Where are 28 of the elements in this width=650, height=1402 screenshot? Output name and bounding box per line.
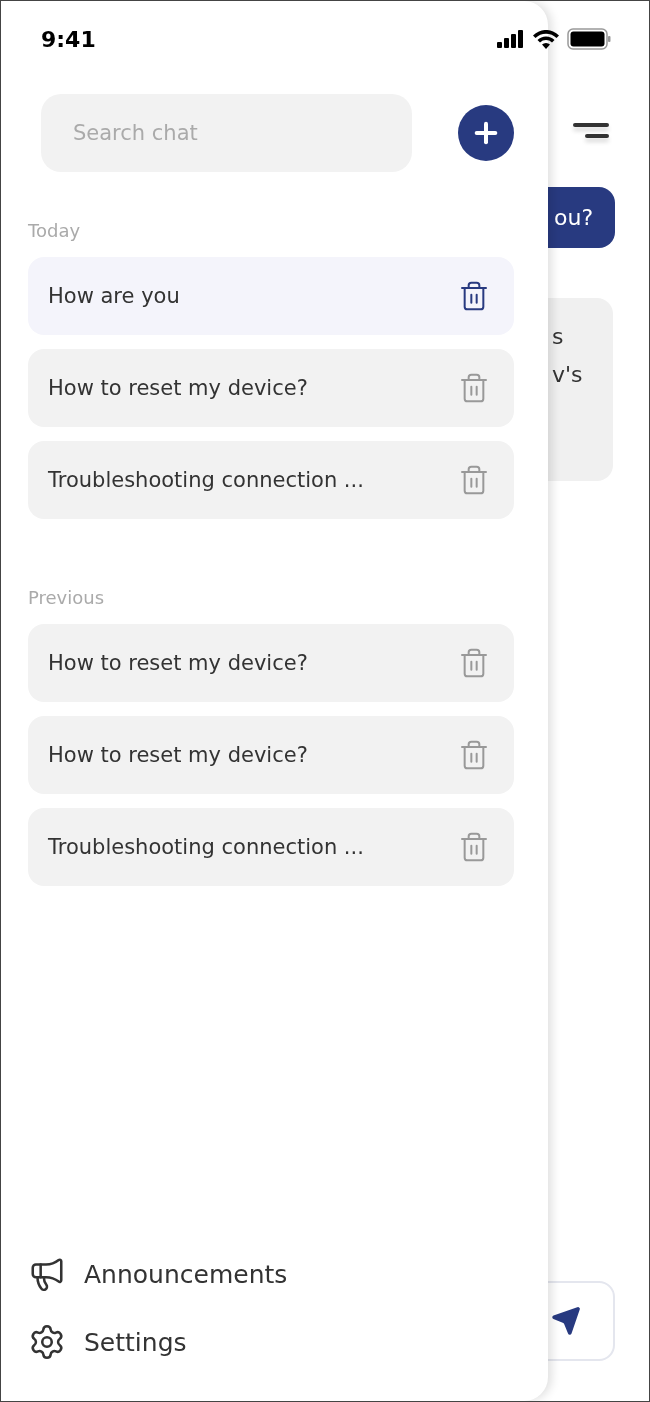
search-field[interactable]: Search chat <box>41 94 412 172</box>
chat-title: Troubleshooting connection ... <box>48 468 364 492</box>
chat-title: How are you <box>48 284 180 308</box>
chat-item[interactable]: Troubleshooting connection ... <box>28 808 514 886</box>
chat-title: How to reset my device? <box>48 651 308 675</box>
wifi-icon <box>533 29 559 49</box>
chat-item[interactable]: How to reset my device? <box>28 349 514 427</box>
section-title: Today <box>28 220 82 241</box>
battery-icon <box>567 28 611 50</box>
section-title: Previous <box>28 587 106 608</box>
menu-link[interactable]: Announcements <box>84 1259 288 1289</box>
settings-icon <box>28 1323 66 1361</box>
menu-link[interactable]: Settings <box>84 1327 187 1357</box>
chat-item[interactable]: How to reset my device? <box>28 716 514 794</box>
user-message: ou? <box>548 187 615 248</box>
chat-item[interactable]: Troubleshooting connection ... <box>28 441 514 519</box>
chat-item[interactable]: How to reset my device? <box>28 624 514 702</box>
megaphone-icon <box>28 1255 66 1293</box>
bot-message: s v's <box>548 298 613 481</box>
trash-icon[interactable] <box>458 280 490 312</box>
chat-title: How to reset my device? <box>48 743 308 767</box>
chat-item[interactable]: How are you <box>28 257 514 335</box>
chat-title: Troubleshooting connection ... <box>48 835 364 859</box>
status-time: 9:41 <box>41 26 96 52</box>
send-icon[interactable] <box>551 1306 581 1336</box>
new-chat-button[interactable] <box>458 105 514 161</box>
signal-icon <box>497 30 525 48</box>
chat-title: How to reset my device? <box>48 376 308 400</box>
